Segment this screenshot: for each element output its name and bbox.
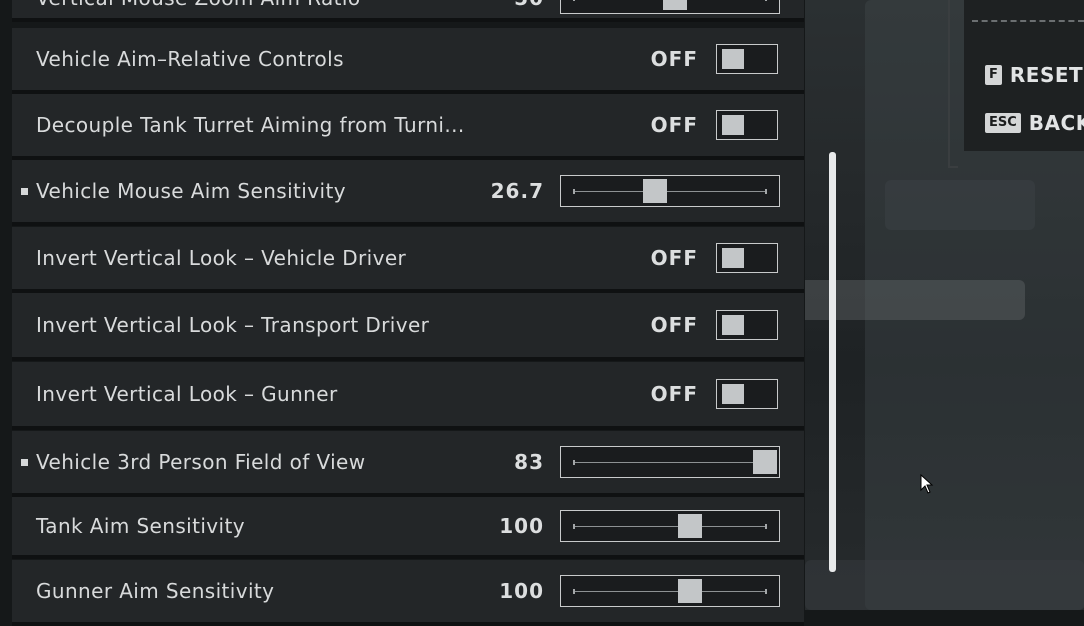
slider-max-tick	[765, 0, 767, 1]
changed-indicator	[21, 188, 28, 195]
setting-toggle[interactable]	[716, 243, 778, 273]
toggle-knob	[722, 384, 744, 404]
setting-row-vertical-mouse-zoom-aim-ratio[interactable]: Vertical Mouse Zoom Aim Ratio 50	[12, 0, 804, 22]
toggle-knob	[722, 315, 744, 335]
hint-panel-bracket	[948, 0, 958, 168]
setting-row-tank-aim-sensitivity[interactable]: Tank Aim Sensitivity 100	[12, 497, 804, 559]
setting-slider[interactable]	[560, 0, 780, 14]
setting-value: 83	[514, 450, 544, 474]
slider-max-tick	[765, 524, 767, 529]
scrollbar-thumb[interactable]	[829, 152, 836, 572]
setting-value: 100	[499, 514, 544, 538]
slider-min-tick	[573, 524, 575, 529]
toggle-knob	[722, 49, 744, 69]
setting-slider[interactable]	[560, 510, 780, 542]
background-blur	[885, 180, 1035, 230]
reset-hint[interactable]: F RESET	[985, 63, 1083, 87]
back-label: BACK	[1028, 111, 1084, 135]
background-blur	[805, 560, 1084, 610]
toggle-knob	[722, 248, 744, 268]
setting-value: OFF	[650, 313, 698, 337]
slider-track	[573, 526, 767, 527]
hint-divider	[972, 20, 1084, 22]
mouse-cursor-icon	[920, 474, 934, 494]
setting-label: Vehicle Mouse Aim Sensitivity	[36, 179, 346, 203]
setting-row-vehicle-aim-relative-controls[interactable]: Vehicle Aim–Relative Controls OFF	[12, 28, 804, 94]
setting-label: Invert Vertical Look – Gunner	[36, 382, 338, 406]
setting-slider[interactable]	[560, 575, 780, 607]
setting-value: OFF	[650, 246, 698, 270]
setting-slider[interactable]	[560, 175, 780, 207]
slider-track	[573, 591, 767, 592]
setting-label: Invert Vertical Look – Transport Driver	[36, 313, 430, 337]
slider-max-tick	[765, 189, 767, 194]
slider-thumb[interactable]	[678, 514, 702, 538]
setting-value: OFF	[650, 382, 698, 406]
slider-min-tick	[573, 0, 575, 1]
setting-label: Vehicle 3rd Person Field of View	[36, 450, 366, 474]
setting-toggle[interactable]	[716, 44, 778, 74]
setting-row-gunner-aim-sensitivity[interactable]: Gunner Aim Sensitivity 100	[12, 560, 804, 626]
setting-toggle[interactable]	[716, 110, 778, 140]
reset-label: RESET	[1009, 63, 1084, 87]
slider-max-tick	[765, 589, 767, 594]
slider-thumb[interactable]	[678, 579, 702, 603]
setting-slider[interactable]	[560, 446, 780, 478]
slider-min-tick	[573, 460, 575, 465]
slider-min-tick	[573, 589, 575, 594]
slider-track	[573, 191, 767, 192]
setting-value: 26.7	[490, 179, 544, 203]
settings-list: Vertical Mouse Zoom Aim Ratio 50 Vehicle…	[0, 0, 805, 626]
setting-row-vehicle-3rd-person-fov[interactable]: Vehicle 3rd Person Field of View 83	[12, 431, 804, 497]
setting-row-invert-vertical-look-transport-driver[interactable]: Invert Vertical Look – Transport Driver …	[12, 293, 804, 361]
slider-min-tick	[573, 189, 575, 194]
setting-label: Gunner Aim Sensitivity	[36, 579, 275, 603]
toggle-knob	[722, 115, 744, 135]
setting-row-invert-vertical-look-gunner[interactable]: Invert Vertical Look – Gunner OFF	[12, 362, 804, 430]
slider-thumb[interactable]	[753, 450, 777, 474]
f-key-icon: F	[985, 65, 1002, 85]
setting-row-decouple-tank-turret[interactable]: Decouple Tank Turret Aiming from Turni..…	[12, 94, 804, 160]
esc-key-icon: ESC	[985, 113, 1021, 133]
setting-row-vehicle-mouse-aim-sensitivity[interactable]: Vehicle Mouse Aim Sensitivity 26.7	[12, 160, 804, 226]
slider-thumb[interactable]	[663, 0, 687, 10]
setting-value: 100	[499, 579, 544, 603]
setting-label: Decouple Tank Turret Aiming from Turni..…	[36, 113, 465, 137]
slider-thumb[interactable]	[643, 179, 668, 203]
setting-row-invert-vertical-look-vehicle-driver[interactable]: Invert Vertical Look – Vehicle Driver OF…	[12, 227, 804, 293]
setting-value: OFF	[650, 47, 698, 71]
changed-indicator	[21, 459, 28, 466]
setting-toggle[interactable]	[716, 310, 778, 340]
slider-track	[573, 462, 767, 463]
background-blur	[805, 280, 1025, 320]
setting-toggle[interactable]	[716, 379, 778, 409]
setting-label: Invert Vertical Look – Vehicle Driver	[36, 246, 407, 270]
setting-value: 50	[514, 0, 544, 10]
setting-label: Vehicle Aim–Relative Controls	[36, 47, 344, 71]
setting-label: Vertical Mouse Zoom Aim Ratio	[36, 0, 361, 10]
setting-value: OFF	[650, 113, 698, 137]
setting-label: Tank Aim Sensitivity	[36, 514, 245, 538]
back-hint[interactable]: ESC BACK	[985, 111, 1084, 135]
